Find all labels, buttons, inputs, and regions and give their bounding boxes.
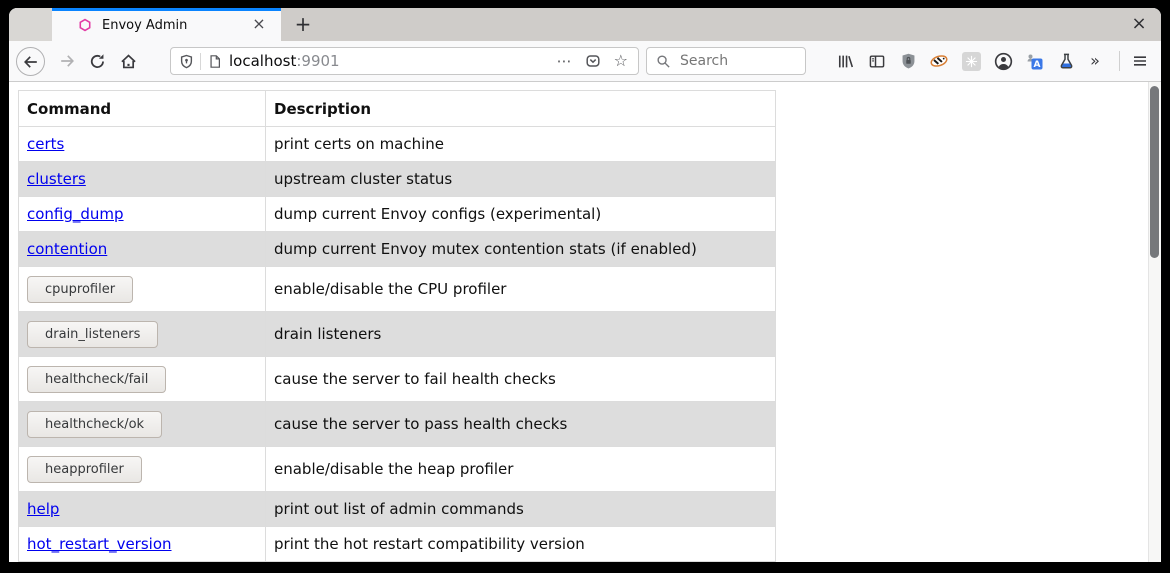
shield-lock-icon[interactable] xyxy=(898,51,918,71)
description-cell: cause the server to fail health checks xyxy=(266,357,776,402)
table-row: config_dump dump current Envoy configs (… xyxy=(19,197,776,232)
link-config-dump[interactable]: config_dump xyxy=(27,205,124,223)
table-row: hot_restart_version print the hot restar… xyxy=(19,527,776,562)
table-row: healthcheck/ok cause the server to pass … xyxy=(19,402,776,447)
svg-text:A: A xyxy=(1034,60,1041,70)
page-actions-icon[interactable]: ⋯ xyxy=(557,56,572,66)
description-cell: enable/disable the heap profiler xyxy=(266,447,776,492)
search-input[interactable] xyxy=(678,52,792,70)
urlbar-divider xyxy=(200,53,201,70)
table-header-row: Command Description xyxy=(19,91,776,127)
scrollbar[interactable] xyxy=(1148,82,1161,562)
table-row: contention dump current Envoy mutex cont… xyxy=(19,232,776,267)
navigation-toolbar: localhost:9901 ⋯ ☆ xyxy=(9,41,1161,82)
snowflake-extension-icon[interactable] xyxy=(961,51,981,71)
titlebar-corner xyxy=(9,8,52,41)
tab-title: Envoy Admin xyxy=(102,11,187,41)
scrollbar-thumb[interactable] xyxy=(1150,86,1159,258)
snowflake-box xyxy=(962,52,981,71)
pocket-icon[interactable] xyxy=(585,53,601,69)
button-healthcheck-ok[interactable]: healthcheck/ok xyxy=(27,411,162,438)
button-cpuprofiler[interactable]: cpuprofiler xyxy=(27,276,133,303)
table-row: heapprofiler enable/disable the heap pro… xyxy=(19,447,776,492)
overflow-glyph: » xyxy=(1090,52,1100,70)
description-cell: drain listeners xyxy=(266,312,776,357)
link-help[interactable]: help xyxy=(27,500,59,518)
toolbar-divider xyxy=(1119,51,1120,71)
back-button[interactable] xyxy=(16,47,45,76)
url-bar[interactable]: localhost:9901 ⋯ ☆ xyxy=(170,47,639,75)
search-bar[interactable] xyxy=(646,47,806,75)
library-icon[interactable] xyxy=(835,51,855,71)
tab-envoy-admin[interactable]: Envoy Admin × xyxy=(52,8,281,41)
description-cell: dump current Envoy configs (experimental… xyxy=(266,197,776,232)
page-icon[interactable] xyxy=(208,54,222,69)
column-header-command: Command xyxy=(19,91,266,127)
description-cell: print the hot restart compatibility vers… xyxy=(266,527,776,562)
url-host: localhost xyxy=(229,52,296,70)
translate-icon[interactable]: A xyxy=(1024,51,1044,71)
overflow-chevrons-icon[interactable]: » xyxy=(1085,51,1105,71)
forward-button[interactable] xyxy=(57,51,77,71)
tracking-shield-icon[interactable] xyxy=(179,54,194,69)
description-cell: upstream cluster status xyxy=(266,162,776,197)
home-icon xyxy=(120,53,137,70)
admin-commands-table: Command Description certs print certs on… xyxy=(18,90,776,562)
table-row: drain_listeners drain listeners xyxy=(19,312,776,357)
button-drain-listeners[interactable]: drain_listeners xyxy=(27,321,158,348)
url-port: :9901 xyxy=(296,52,339,70)
table-row: certs print certs on machine xyxy=(19,127,776,162)
table-row: clusters upstream cluster status xyxy=(19,162,776,197)
description-cell: dump current Envoy mutex contention stat… xyxy=(266,232,776,267)
browser-window: Envoy Admin × + × xyxy=(9,8,1161,562)
description-cell: enable/disable the CPU profiler xyxy=(266,267,776,312)
sidebar-icon[interactable] xyxy=(867,51,887,71)
link-hot-restart-version[interactable]: hot_restart_version xyxy=(27,535,172,553)
home-button[interactable] xyxy=(118,51,138,71)
button-healthcheck-fail[interactable]: healthcheck/fail xyxy=(27,366,166,393)
tab-bar: Envoy Admin × + × xyxy=(9,8,1161,41)
reload-button[interactable] xyxy=(87,51,107,71)
button-heapprofiler[interactable]: heapprofiler xyxy=(27,456,142,483)
screen: { "browser": { "tab": { "title": "Envoy … xyxy=(0,0,1170,573)
description-cell: print out list of admin commands xyxy=(266,492,776,527)
envoy-hexagon-icon xyxy=(78,18,92,32)
privacy-badger-icon[interactable] xyxy=(929,51,949,71)
description-cell: print certs on machine xyxy=(266,127,776,162)
link-certs[interactable]: certs xyxy=(27,135,64,153)
link-contention[interactable]: contention xyxy=(27,240,107,258)
description-cell: cause the server to pass health checks xyxy=(266,402,776,447)
table-row: help print out list of admin commands xyxy=(19,492,776,527)
bookmark-star-icon[interactable]: ☆ xyxy=(614,53,628,69)
page-viewport: Command Description certs print certs on… xyxy=(9,82,1161,562)
forward-icon xyxy=(59,53,75,69)
table-row: cpuprofiler enable/disable the CPU profi… xyxy=(19,267,776,312)
column-header-description: Description xyxy=(266,91,776,127)
window-close-button[interactable]: × xyxy=(1125,10,1153,38)
account-icon[interactable] xyxy=(993,51,1013,71)
new-tab-button[interactable]: + xyxy=(290,12,316,38)
menu-icon[interactable] xyxy=(1130,51,1150,71)
tab-close-icon[interactable]: × xyxy=(247,12,271,38)
back-icon xyxy=(23,54,39,70)
link-clusters[interactable]: clusters xyxy=(27,170,86,188)
reload-icon xyxy=(89,53,106,70)
flask-icon[interactable] xyxy=(1056,51,1076,71)
table-row: healthcheck/fail cause the server to fai… xyxy=(19,357,776,402)
search-icon xyxy=(656,54,671,69)
